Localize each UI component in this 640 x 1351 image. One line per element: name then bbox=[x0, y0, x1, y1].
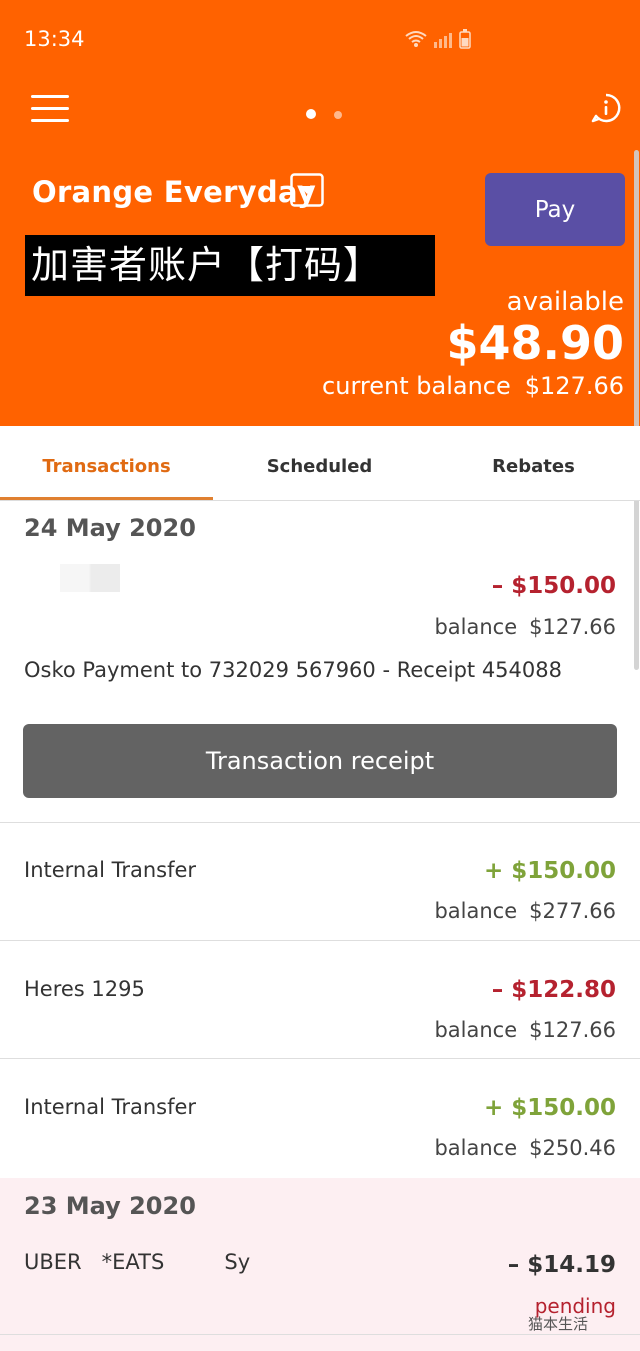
current-balance-label: current balance bbox=[322, 372, 511, 400]
tab-transactions[interactable]: Transactions bbox=[0, 426, 213, 500]
date-heading: 23 May 2020 bbox=[24, 1192, 196, 1220]
account-name[interactable]: Orange Everyday bbox=[32, 175, 316, 209]
menu-icon[interactable] bbox=[31, 95, 69, 123]
info-icon[interactable] bbox=[591, 93, 621, 123]
transaction-name: UBER *EATS Sy bbox=[24, 1250, 251, 1274]
transaction-amount: + $150.00 bbox=[483, 858, 616, 884]
transaction-description: Osko Payment to 732029 567960 - Receipt … bbox=[24, 658, 562, 682]
balance-label: balance bbox=[434, 615, 518, 639]
battery-icon bbox=[459, 29, 471, 49]
page-indicator bbox=[306, 104, 360, 123]
available-label: available bbox=[506, 287, 624, 317]
current-balance-amount: $127.66 bbox=[524, 372, 624, 400]
balance-value: $127.66 bbox=[529, 615, 616, 639]
transaction-row[interactable]: Internal Transfer + $150.00 balance $250.… bbox=[0, 1059, 640, 1177]
divider bbox=[0, 1334, 640, 1335]
transaction-amount: – $150.00 bbox=[491, 573, 616, 599]
redacted-account-banner: 加害者账户【打码】 bbox=[25, 235, 435, 296]
transaction-balance: balance $127.66 bbox=[434, 1018, 616, 1042]
tab-bar: Transactions Scheduled Rebates bbox=[0, 426, 640, 501]
balance-value: $127.66 bbox=[529, 1018, 616, 1042]
status-bar-icons bbox=[404, 28, 474, 50]
transaction-name: Internal Transfer bbox=[24, 1095, 197, 1119]
pay-button[interactable]: Pay bbox=[485, 173, 625, 246]
account-header: 13:34 Orange Everyday 加害者账户【打码】 Pay avai… bbox=[0, 0, 640, 670]
transaction-balance: balance $127.66 bbox=[434, 615, 616, 639]
tab-scheduled[interactable]: Scheduled bbox=[213, 426, 426, 500]
watermark: 猫本生活 bbox=[528, 1315, 589, 1333]
transaction-row[interactable]: Heres 1295 – $122.80 balance $127.66 bbox=[0, 941, 640, 1058]
available-amount: $48.90 bbox=[446, 316, 624, 370]
current-balance: current balance $127.66 bbox=[322, 372, 624, 400]
transaction-amount: – $122.80 bbox=[491, 977, 616, 1003]
tab-rebates[interactable]: Rebates bbox=[427, 426, 640, 500]
date-heading: 24 May 2020 bbox=[24, 514, 196, 542]
status-bar-time: 13:34 bbox=[24, 27, 85, 51]
transaction-name: Heres 1295 bbox=[24, 977, 145, 1001]
transaction-amount: – $14.19 bbox=[507, 1252, 616, 1278]
page-dot-active bbox=[306, 109, 316, 119]
balance-value: $250.46 bbox=[529, 1136, 616, 1160]
balance-value: $277.66 bbox=[529, 899, 616, 923]
transaction-amount: + $150.00 bbox=[483, 1095, 616, 1121]
balance-label: balance bbox=[434, 1136, 518, 1160]
account-dropdown-icon[interactable] bbox=[290, 173, 324, 207]
transaction-balance: balance $250.46 bbox=[434, 1136, 616, 1160]
balance-label: balance bbox=[434, 899, 518, 923]
wifi-icon bbox=[405, 31, 427, 43]
scrollbar[interactable] bbox=[634, 150, 639, 670]
transaction-name: Internal Transfer bbox=[24, 858, 197, 882]
signal-icon bbox=[434, 33, 452, 48]
transaction-row[interactable]: Internal Transfer + $150.00 balance $277.… bbox=[0, 823, 640, 940]
transaction-receipt-button[interactable]: Transaction receipt bbox=[23, 724, 617, 798]
balance-label: balance bbox=[434, 1018, 518, 1042]
redacted-payee bbox=[60, 564, 120, 592]
page-dot-inactive bbox=[334, 111, 342, 119]
transaction-balance: balance $277.66 bbox=[434, 899, 616, 923]
